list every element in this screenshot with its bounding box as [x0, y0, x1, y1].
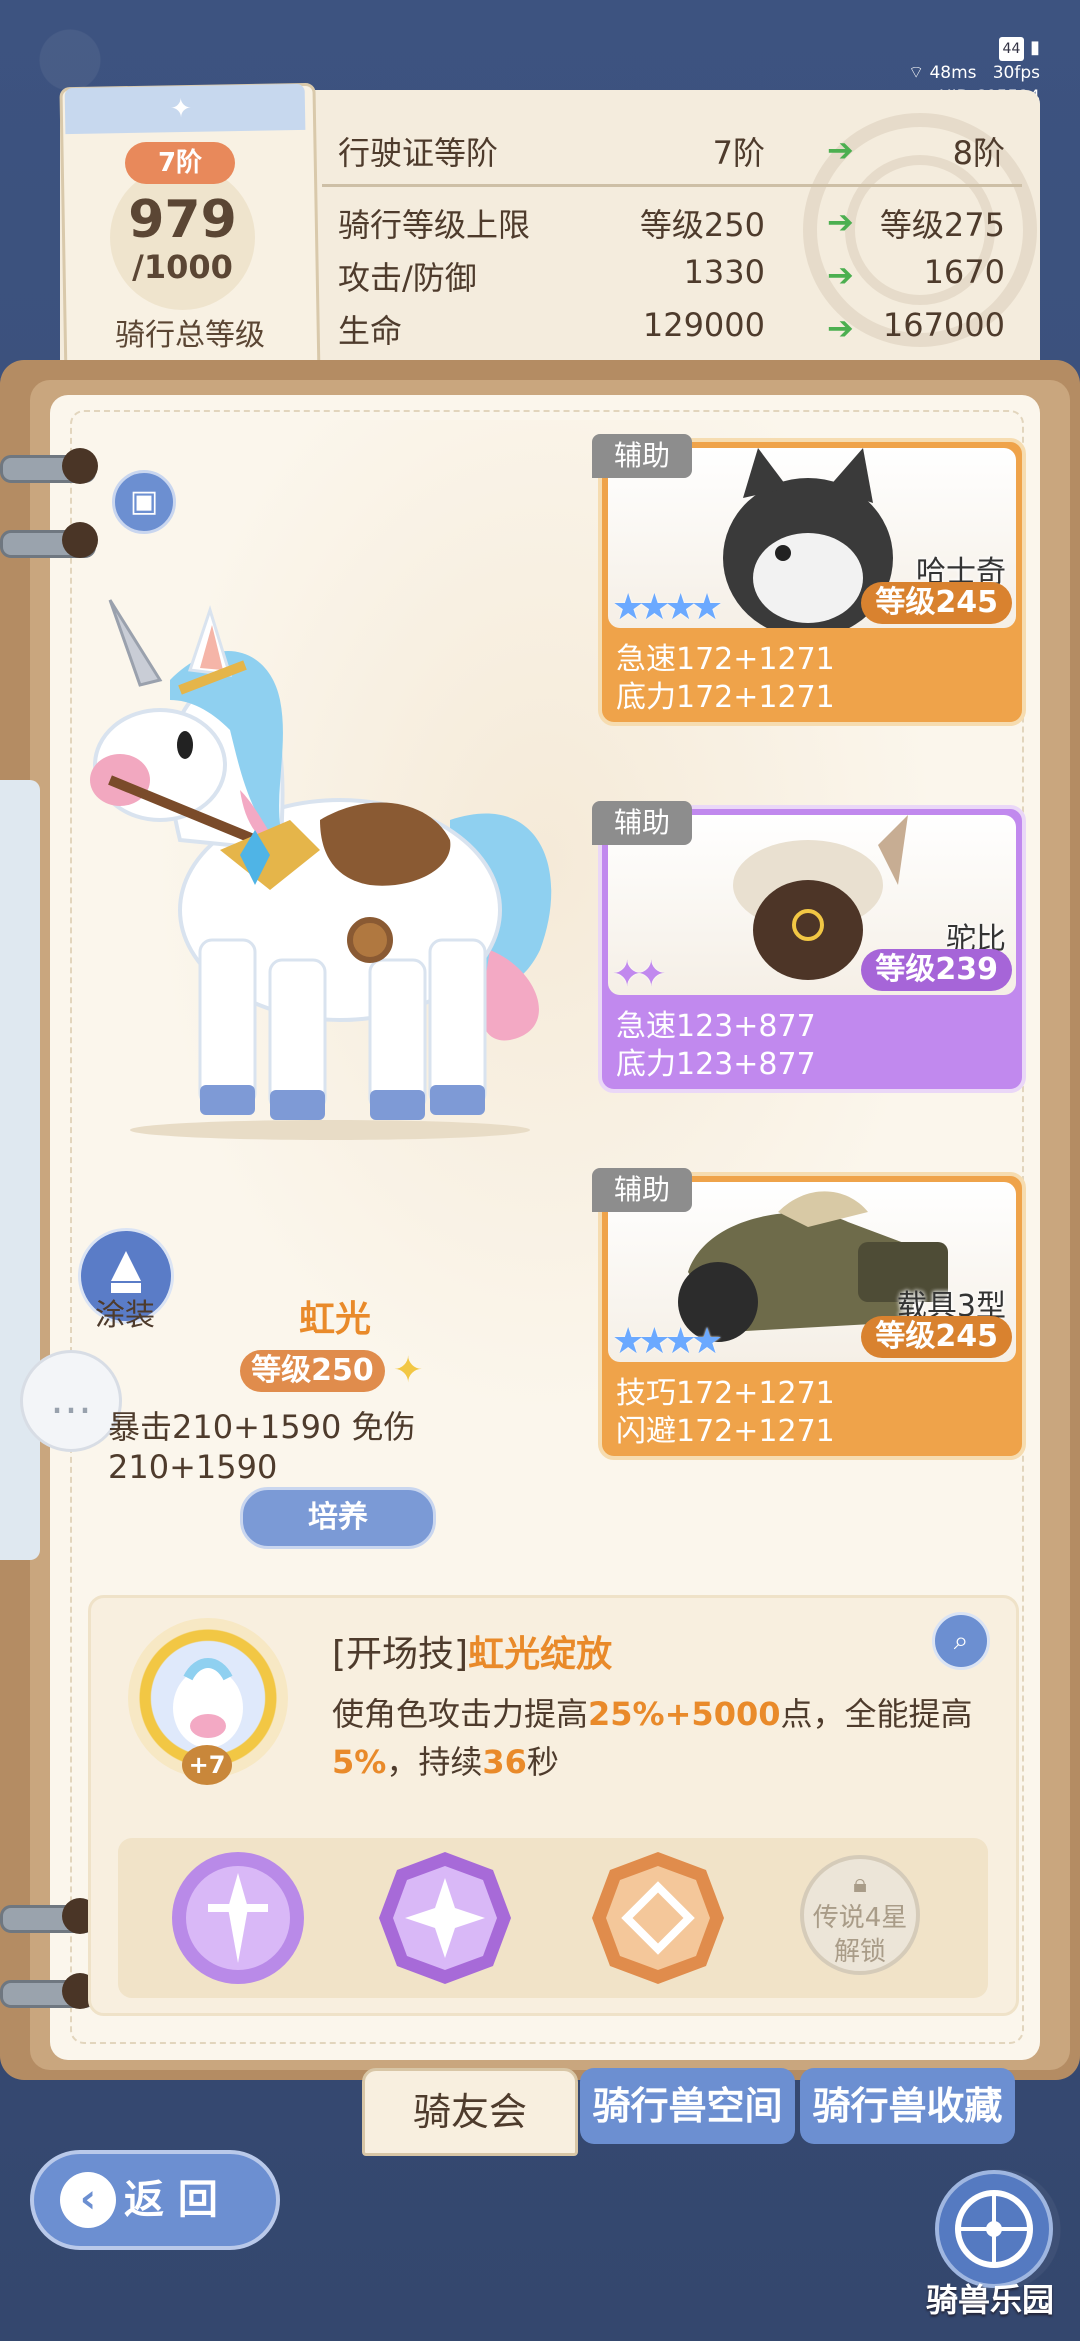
unicorn-mount-image	[90, 599, 552, 1140]
battery-icon: 44	[998, 37, 1025, 61]
binder-knob	[62, 448, 98, 484]
row-current: 129000	[642, 306, 765, 344]
license-row-level-cap: 骑行等级上限 等级250 ➔ 等级275	[330, 200, 1030, 250]
license-row-tier: 行驶证等阶 7阶 ➔ 8阶	[330, 128, 1030, 178]
rune-slot-3[interactable]	[588, 1848, 728, 1988]
license-row-atk-def: 攻击/防御 1330 ➔ 1670	[330, 253, 1030, 303]
side-paper	[0, 780, 40, 1560]
arrow-right-icon: ➔	[827, 131, 854, 169]
row-label: 攻击/防御	[338, 259, 477, 297]
row-current: 1330	[683, 253, 765, 291]
back-arrow-icon: ‹	[60, 2172, 116, 2228]
row-current: 等级250	[639, 206, 765, 244]
tab-friends[interactable]: 骑友会	[362, 2068, 578, 2156]
guide-book-icon[interactable]: ▣	[112, 470, 176, 534]
skill-description: 使角色攻击力提高25%+5000点，全能提高5%，持续36秒	[332, 1695, 973, 1781]
companion-card-2[interactable]: 辅助 驼比 ✦✦ 等级239 急速123+877 底力123+877	[592, 801, 1026, 1093]
mount-name: 虹光	[298, 1299, 371, 1340]
row-label: 行驶证等阶	[338, 134, 499, 172]
companion-stat-2: 闪避172+1271	[616, 1414, 835, 1449]
row-current: 7阶	[712, 134, 765, 172]
skill-rank-badge: +7	[182, 1745, 232, 1785]
fps-text: 30fps	[992, 63, 1040, 83]
mount-park-label: 骑兽乐园	[925, 2281, 1054, 2319]
mount-park-button[interactable]	[935, 2170, 1053, 2288]
sparkle-icon: ✦	[169, 93, 193, 125]
magnify-icon[interactable]: ⌕	[932, 1612, 990, 1670]
locked-requirement: 传说4星	[812, 1903, 908, 1933]
arrow-right-icon: ➔	[827, 256, 854, 294]
chat-bubble-icon[interactable]: …	[20, 1350, 122, 1452]
divider	[322, 184, 1022, 187]
binder-knob	[62, 522, 98, 558]
tier-badge: 7阶	[125, 142, 235, 184]
total-level-value: 979	[128, 190, 237, 250]
arrow-right-icon: ➔	[827, 309, 854, 347]
row-next: 8阶	[952, 134, 1005, 172]
row-next: 167000	[882, 306, 1005, 344]
skill-title: [开场技]虹光绽放	[332, 1625, 612, 1677]
star-rating: ★★★★	[612, 1321, 723, 1362]
row-label: 生命	[338, 312, 403, 350]
role-tag: 辅助	[592, 1168, 692, 1212]
arrow-right-icon: ➔	[827, 203, 854, 241]
mount-stats: 暴击210+1590 免伤210+1590	[108, 1408, 416, 1486]
rune-slot-1[interactable]	[168, 1848, 308, 1988]
wifi-icon: ⌔	[908, 63, 925, 83]
companion-level: 等级245	[861, 582, 1012, 624]
row-label: 骑行等级上限	[338, 206, 531, 244]
companion-level: 等级239	[861, 949, 1012, 991]
companion-stat-2: 底力123+877	[616, 1047, 816, 1082]
role-tag: 辅助	[592, 801, 692, 845]
star-rating: ★★★★	[612, 587, 723, 628]
lock-icon: 🔒︎	[853, 1869, 867, 1899]
role-tag: 辅助	[592, 434, 692, 478]
ferris-wheel-icon	[955, 2190, 1033, 2268]
total-level-label: 骑行总等级	[115, 318, 265, 353]
skill-type: [开场技]	[332, 1634, 469, 1675]
companion-card-3[interactable]: 辅助 载具3型 ★★★★ 等级245 技巧172+1271 闪避172+1271	[592, 1168, 1026, 1460]
locked-text: 解锁	[833, 1937, 886, 1967]
sparkle-icon: ✦	[393, 1350, 424, 1391]
star-rating: ✦✦	[612, 954, 666, 995]
mount-level: 等级250	[240, 1350, 385, 1392]
companion-card-1[interactable]: 辅助 哈士奇 ★★★★ 等级245 急速172+1271 底力172+1271	[592, 434, 1026, 726]
ping-text: 48ms	[929, 63, 977, 83]
row-next: 等级275	[879, 206, 1005, 244]
tab-mount-space[interactable]: 骑行兽空间	[580, 2068, 795, 2144]
level-tab-header: ✦	[64, 83, 306, 135]
total-level-max: /1000	[132, 248, 233, 286]
license-row-hp: 生命 129000 ➔ 167000	[330, 306, 1030, 356]
rune-slot-2[interactable]	[375, 1848, 515, 1988]
companion-stat-2: 底力172+1271	[616, 680, 835, 715]
row-next: 1670	[923, 253, 1005, 291]
skin-label: 涂装	[95, 1298, 155, 1333]
train-button[interactable]: 培养	[240, 1487, 436, 1549]
companion-level: 等级245	[861, 1316, 1012, 1358]
tab-mount-collection[interactable]: 骑行兽收藏	[800, 2068, 1015, 2144]
skill-name: 虹光绽放	[468, 1634, 613, 1675]
locked-rune-slot[interactable]: 🔒︎ 传说4星 解锁	[800, 1855, 920, 1975]
